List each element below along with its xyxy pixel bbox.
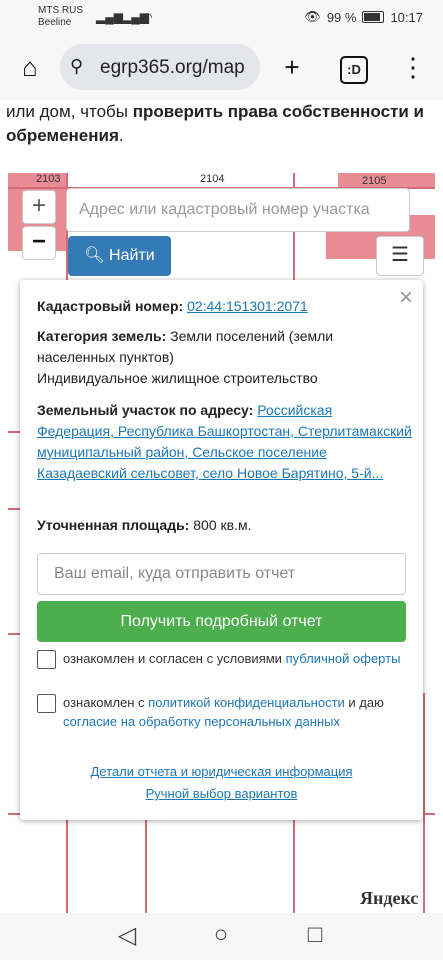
back-icon[interactable]: ◁ — [112, 921, 142, 950]
cadastral-number-row: Кадастровый номер: 02:44:151301:2071 — [37, 296, 412, 317]
home-circle-icon[interactable]: ○ — [206, 921, 236, 949]
data-processing-link[interactable]: согласие на обработку персональных данны… — [63, 714, 340, 729]
offer-consent-label: ознакомлен и согласен с условиями — [63, 651, 286, 666]
url-text[interactable]: egrp365.org/map — [100, 57, 256, 79]
category-label: Категория земель: — [37, 328, 167, 344]
get-report-button[interactable]: Получить подробный отчет — [37, 601, 406, 642]
system-nav-bar: ◁ ○ □ — [0, 913, 443, 960]
email-input[interactable] — [52, 554, 396, 594]
zoom-in-button[interactable]: + — [22, 190, 56, 224]
intro-after: . — [118, 126, 124, 145]
area-value: 800 кв.м. — [193, 517, 252, 533]
area-label: Уточненная площадь: — [37, 517, 190, 533]
map-menu-button[interactable]: ☰ — [376, 236, 424, 276]
privacy-checkbox[interactable] — [37, 694, 56, 713]
map-parcel-label: 2104 — [200, 173, 225, 185]
signal-icon: ▂▄▆ — [96, 10, 123, 24]
privacy-policy-link[interactable]: политикой конфиденциальности — [148, 695, 345, 710]
email-field[interactable] — [37, 553, 406, 595]
clock: 10:17 — [390, 9, 423, 25]
wifi-icon: ◠ — [142, 10, 153, 24]
land-category: Категория земель: Земли поселений (земли… — [37, 326, 412, 389]
cadastral-number-link[interactable]: 02:44:151301:2071 — [187, 298, 308, 314]
parcel-address: Земельный участок по адресу: Российская … — [37, 400, 412, 484]
intro-text: или дом, чтобы проверить права собственн… — [6, 100, 440, 148]
map-parcel — [338, 173, 435, 187]
offer-checkbox[interactable] — [37, 650, 56, 669]
new-tab-icon[interactable]: + — [275, 52, 309, 82]
map-parcel-label: 2103 — [36, 173, 61, 185]
tabs-icon[interactable]: :D — [340, 56, 368, 84]
address-bar[interactable]: ⚲ egrp365.org/map — [60, 44, 260, 90]
map-border — [423, 693, 425, 913]
address-label: Земельный участок по адресу: — [37, 402, 254, 418]
cadastral-label: Кадастровый номер: — [37, 298, 184, 314]
yandex-attribution[interactable]: Яндекс — [360, 888, 418, 909]
parcel-info-popup: × Кадастровый номер: 02:44:151301:2071 К… — [20, 280, 423, 820]
map-search-input[interactable] — [77, 189, 401, 231]
report-details-link[interactable]: Детали отчета и юридическая информация — [20, 764, 423, 779]
site-info-icon[interactable]: ⚲ — [70, 56, 83, 77]
eye-icon: 👁 — [304, 9, 321, 24]
find-button[interactable]: 🔍︎ Найти — [68, 236, 171, 276]
land-usage: Индивидуальное жилищное строительство — [37, 370, 318, 386]
recents-icon[interactable]: □ — [300, 921, 330, 949]
battery-level: 99 % — [326, 9, 357, 25]
browser-toolbar: ⌂ ⚲ egrp365.org/map + :D ⋮ — [0, 34, 443, 100]
status-bar: MTS RUS Beeline ▂▄▆ ▂▄▆ ◠ 👁 99 % 10:17 — [0, 0, 443, 34]
carrier-2: Beeline — [38, 17, 72, 28]
privacy-consent-label: ознакомлен с — [63, 695, 149, 710]
privacy-consent-text: ознакомлен с политикой конфиденциальност… — [63, 693, 408, 731]
carrier-info: MTS RUS Beeline — [38, 5, 83, 29]
map-search-field[interactable] — [66, 188, 410, 232]
battery-icon — [362, 11, 385, 23]
search-icon: 🔍︎ — [84, 247, 105, 264]
map-parcel-label: 2105 — [362, 175, 387, 187]
more-menu-icon[interactable]: ⋮ — [396, 52, 430, 82]
intro-before: или дом, чтобы — [6, 102, 133, 121]
manual-selection-link[interactable]: Ручной выбор вариантов — [20, 786, 423, 801]
find-button-label: Найти — [109, 247, 155, 264]
privacy-consent-label-2: и даю — [344, 695, 384, 710]
public-offer-link[interactable]: публичной оферты — [286, 651, 401, 666]
home-icon[interactable]: ⌂ — [13, 52, 47, 82]
zoom-out-button[interactable]: − — [22, 226, 56, 260]
offer-consent-text: ознакомлен и согласен с условиями публич… — [63, 649, 408, 668]
parcel-area: Уточненная площадь: 800 кв.м. — [37, 515, 412, 536]
status-right: 👁 99 % 10:17 — [304, 9, 423, 25]
carrier-1: MTS RUS — [38, 5, 83, 16]
